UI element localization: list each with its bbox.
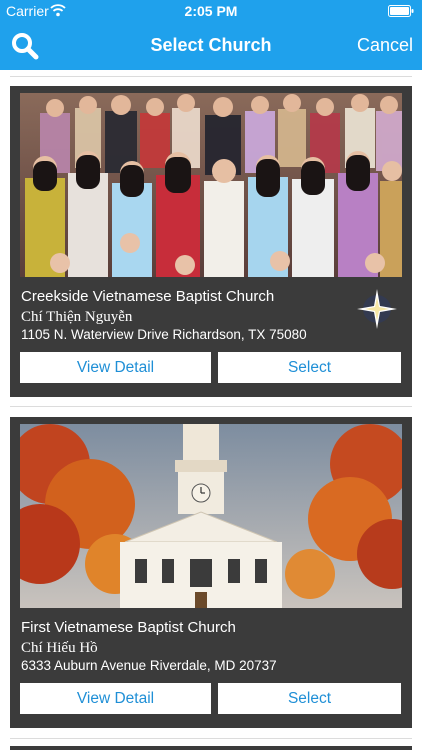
view-detail-button[interactable]: View Detail — [20, 683, 211, 714]
church-photo — [20, 424, 402, 608]
pastor-name: Chí Hiếu Hồ — [21, 640, 98, 656]
view-detail-button[interactable]: View Detail — [20, 352, 211, 383]
select-button[interactable]: Select — [218, 683, 401, 714]
status-bar: Carrier 2:05 PM — [0, 0, 422, 22]
church-address: 1105 N. Waterview Drive Richardson, TX 7… — [21, 327, 307, 342]
battery-icon — [388, 5, 414, 17]
church-card: Creekside Vietnamese Baptist Church Chí … — [10, 86, 412, 397]
church-photo — [20, 93, 402, 277]
select-button[interactable]: Select — [218, 352, 401, 383]
church-card: First Vietnamese Baptist Church Chí Hiếu… — [10, 417, 412, 728]
divider — [10, 406, 412, 407]
church-card-partial — [10, 746, 412, 750]
navigation-bar: Select Church Cancel — [0, 22, 422, 70]
pastor-name: Chí Thiện Nguyễn — [21, 309, 133, 325]
church-list[interactable]: Creekside Vietnamese Baptist Church Chí … — [0, 70, 422, 750]
star-logo — [357, 289, 397, 329]
church-address: 6333 Auburn Avenue Riverdale, MD 20737 — [21, 658, 277, 673]
divider — [10, 738, 412, 739]
church-name: Creekside Vietnamese Baptist Church — [21, 288, 275, 305]
header: Carrier 2:05 PM Select Church Cancel — [0, 0, 422, 70]
church-name: First Vietnamese Baptist Church — [21, 619, 236, 636]
cancel-button[interactable]: Cancel — [357, 35, 413, 56]
divider — [10, 76, 412, 77]
status-time: 2:05 PM — [184, 3, 238, 19]
